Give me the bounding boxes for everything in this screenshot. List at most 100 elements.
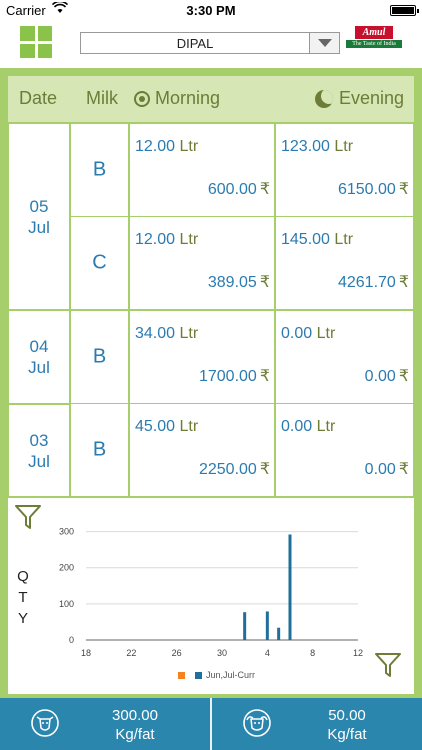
moon-icon [314, 89, 333, 108]
morning-qty: 12.00 [135, 138, 176, 155]
table-header: Date Milk Morning Evening [8, 76, 414, 122]
top-bar: DIPAL Amul The Taste of India [0, 20, 422, 68]
chart-y-label-letter: T [18, 589, 28, 606]
buffalo-fat-unit: Kg/fat [327, 726, 367, 743]
column-milk: Milk [86, 88, 118, 108]
chart-x-tick: 12 [353, 648, 363, 658]
rupee-symbol: ₹ [259, 461, 270, 478]
table-row[interactable]: B [70, 403, 129, 497]
date-cell: 05 Jul [8, 123, 70, 310]
buffalo-fat-summary[interactable]: 50.00 Kg/fat [210, 698, 422, 750]
date-month: Jul [28, 451, 50, 471]
morning-entry[interactable]: 45.00 Ltr 2250.00 ₹ [129, 403, 275, 497]
chart-x-tick: 4 [265, 648, 270, 658]
qty-unit: Ltr [334, 138, 354, 155]
evening-entry[interactable]: 0.00 Ltr 0.00 ₹ [275, 310, 414, 404]
filter-icon[interactable] [14, 504, 42, 530]
morning-qty: 45.00 [135, 418, 176, 435]
chart-x-tick: 26 [172, 648, 182, 658]
column-evening-label: Evening [338, 88, 404, 108]
morning-entry[interactable]: 12.00 Ltr 600.00 ₹ [129, 123, 275, 217]
filter-icon[interactable] [374, 652, 402, 678]
rupee-symbol: ₹ [398, 461, 409, 478]
clock: 3:30 PM [186, 3, 236, 18]
morning-qty: 34.00 [135, 325, 176, 342]
qty-unit: Ltr [179, 138, 199, 155]
chart-y-tick: 100 [59, 599, 74, 609]
customer-dropdown[interactable]: DIPAL [80, 32, 340, 54]
evening-qty: 123.00 [281, 138, 330, 155]
milk-type: B [92, 158, 107, 181]
cow-fat-unit: Kg/fat [115, 726, 155, 743]
table-row[interactable]: C [70, 216, 129, 310]
qty-unit: Ltr [179, 231, 199, 248]
rupee-symbol: ₹ [398, 274, 409, 291]
column-date: Date [19, 88, 58, 108]
buffalo-fat-value: 50.00 [328, 707, 366, 724]
status-bar: Carrier 3:30 PM [0, 0, 422, 20]
rupee-symbol: ₹ [398, 368, 409, 385]
morning-amount: 389.05 [207, 274, 257, 291]
milk-type: B [92, 438, 107, 461]
morning-amount: 1700.00 [198, 368, 257, 385]
table-row[interactable]: B [70, 310, 129, 404]
column-morning-label: Morning [155, 88, 221, 108]
logo-tagline: The Taste of India [346, 40, 402, 48]
fat-summary-bar: 300.00 Kg/fat 50.00 Kg/fat [0, 698, 422, 750]
chart-bar [277, 627, 281, 640]
evening-entry[interactable]: 0.00 Ltr 0.00 ₹ [275, 403, 414, 497]
evening-qty: 145.00 [281, 231, 330, 248]
qty-unit: Ltr [316, 325, 336, 342]
chart-y-tick: 300 [59, 527, 74, 537]
rupee-symbol: ₹ [259, 274, 270, 291]
milk-type: C [92, 251, 107, 274]
morning-amount: 2250.00 [198, 461, 257, 478]
evening-amount: 0.00 [364, 368, 396, 385]
qty-bar-chart: 0 100 200 300 18 22 26 30 4 8 12 [59, 527, 363, 658]
chart-y-label: Q T Y [16, 566, 30, 629]
grid-menu-icon[interactable] [20, 26, 52, 58]
evening-qty: 0.00 [281, 418, 313, 435]
evening-amount: 0.00 [364, 461, 396, 478]
table-row[interactable]: B [70, 123, 129, 217]
morning-qty: 12.00 [135, 231, 176, 248]
column-evening: Evening [314, 88, 404, 109]
cow-fat-value: 300.00 [112, 707, 158, 724]
chart-legend: Jun,Jul-Curr [178, 670, 255, 680]
rupee-symbol: ₹ [259, 181, 270, 198]
legend-swatch [195, 671, 202, 679]
date-day: 04 [29, 337, 49, 356]
sun-icon [134, 90, 150, 107]
evening-entry[interactable]: 123.00 Ltr 6150.00 ₹ [275, 123, 414, 217]
date-month: Jul [28, 217, 50, 237]
column-morning: Morning [134, 88, 220, 109]
chart-x-tick: 18 [81, 648, 91, 658]
qty-unit: Ltr [316, 418, 336, 435]
customer-dropdown-value: DIPAL [176, 36, 214, 51]
chart-bar [265, 611, 269, 640]
legend-label: Jun,Jul-Curr [206, 670, 256, 680]
chart-bar [243, 612, 247, 640]
morning-entry[interactable]: 12.00 Ltr 389.05 ₹ [129, 216, 275, 310]
buffalo-icon [243, 709, 271, 737]
rupee-symbol: ₹ [398, 181, 409, 198]
rupee-symbol: ₹ [259, 368, 270, 385]
morning-amount: 600.00 [207, 181, 257, 198]
chart-x-tick: 8 [310, 648, 315, 658]
cow-fat-summary[interactable]: 300.00 Kg/fat [0, 698, 210, 750]
evening-entry[interactable]: 145.00 Ltr 4261.70 ₹ [275, 216, 414, 310]
main-panel: Date Milk Morning Evening 05 Jul 04 Jul 03… [0, 68, 422, 698]
morning-entry[interactable]: 34.00 Ltr 1700.00 ₹ [129, 310, 275, 404]
milk-entries-table: 05 Jul 04 Jul 03 Jul B 12.00 Ltr 600.00 ₹ 12… [8, 123, 414, 497]
chart-x-tick: 30 [217, 648, 227, 658]
evening-amount: 6150.00 [337, 181, 396, 198]
date-cell: 03 Jul [8, 404, 70, 497]
chart-y-label-letter: Q [17, 568, 29, 585]
date-month: Jul [28, 358, 50, 377]
chevron-down-icon[interactable] [309, 33, 339, 53]
amul-logo: Amul The Taste of India [346, 26, 402, 58]
chart-y-label-letter: Y [17, 610, 28, 627]
chart-y-tick: 0 [69, 635, 74, 645]
chart-y-tick: 200 [59, 563, 74, 573]
qty-unit: Ltr [179, 418, 199, 435]
